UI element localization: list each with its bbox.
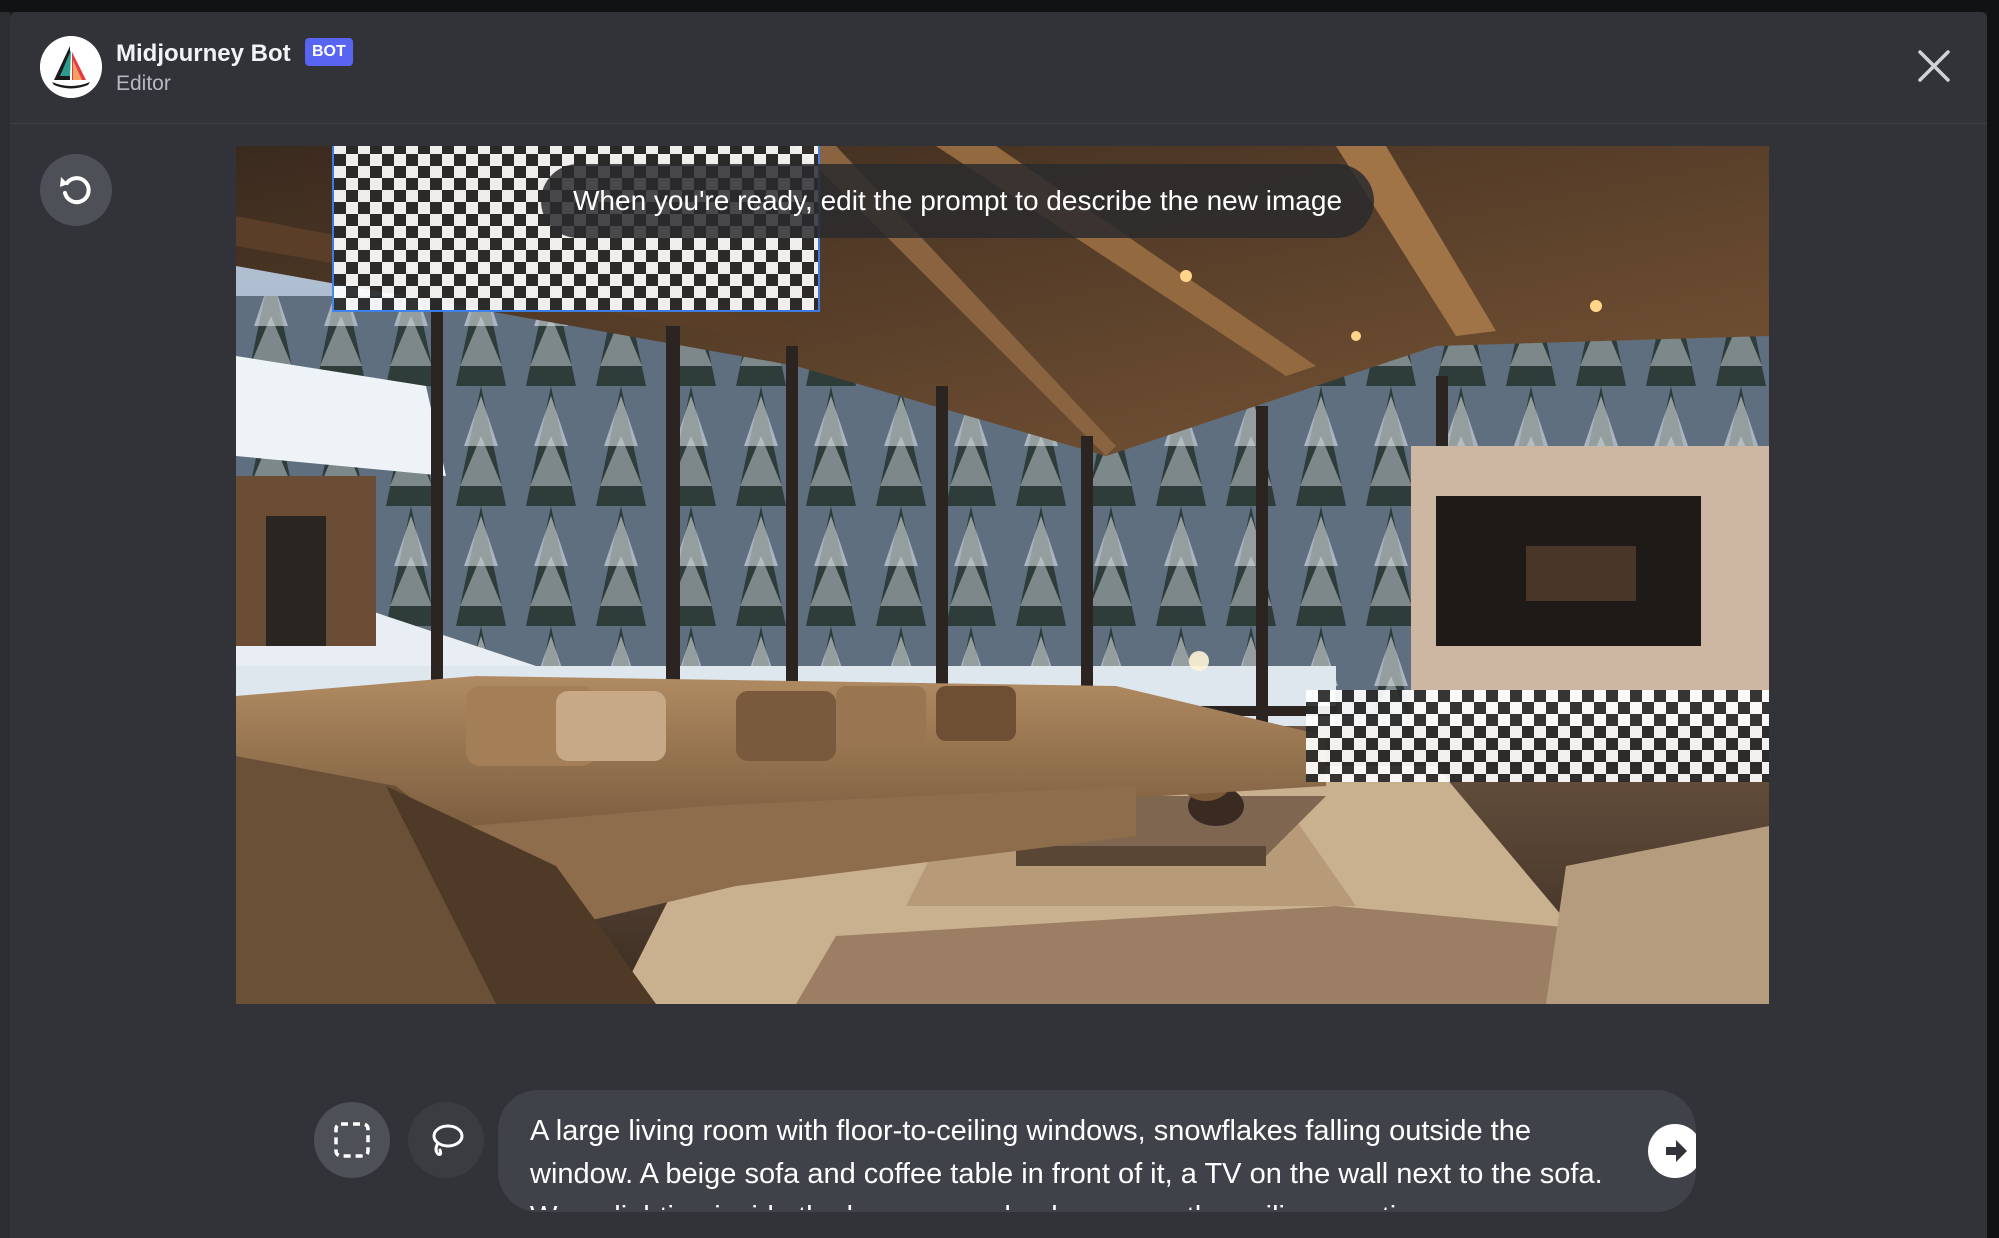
close-icon [1918,50,1950,82]
backdrop-right-edge [1987,0,1999,1238]
bot-name[interactable]: Midjourney Bot [116,40,291,68]
edit-image[interactable]: When you're ready, edit the prompt to de… [236,146,1769,1004]
undo-button[interactable] [40,154,112,226]
backdrop-sidebar [0,0,10,1238]
midjourney-sailboat-icon [40,36,102,98]
modal-header: Midjourney Bot BOT Editor [10,12,1987,124]
editor-hint: When you're ready, edit the prompt to de… [541,164,1375,238]
undo-icon [60,176,91,205]
mask-selection-area-2[interactable] [1306,690,1769,782]
backdrop-topbar [0,0,1999,12]
arrow-right-icon [1666,1140,1687,1162]
lasso-tool[interactable] [408,1102,484,1178]
bot-badge: BOT [305,38,353,66]
prompt-input[interactable]: A large living room with floor-to-ceilin… [498,1090,1696,1212]
rectangle-select-tool[interactable] [314,1102,390,1178]
editor-modal: Midjourney Bot BOT Editor When you're re… [10,12,1987,1238]
close-button[interactable] [1910,42,1958,90]
modal-subtitle: Editor [116,72,171,95]
lasso-icon [432,1124,464,1156]
submit-button[interactable] [1648,1124,1696,1178]
avatar [40,36,102,98]
rectangle-select-icon [334,1122,370,1158]
prompt-text[interactable]: A large living room with floor-to-ceilin… [530,1110,1610,1210]
